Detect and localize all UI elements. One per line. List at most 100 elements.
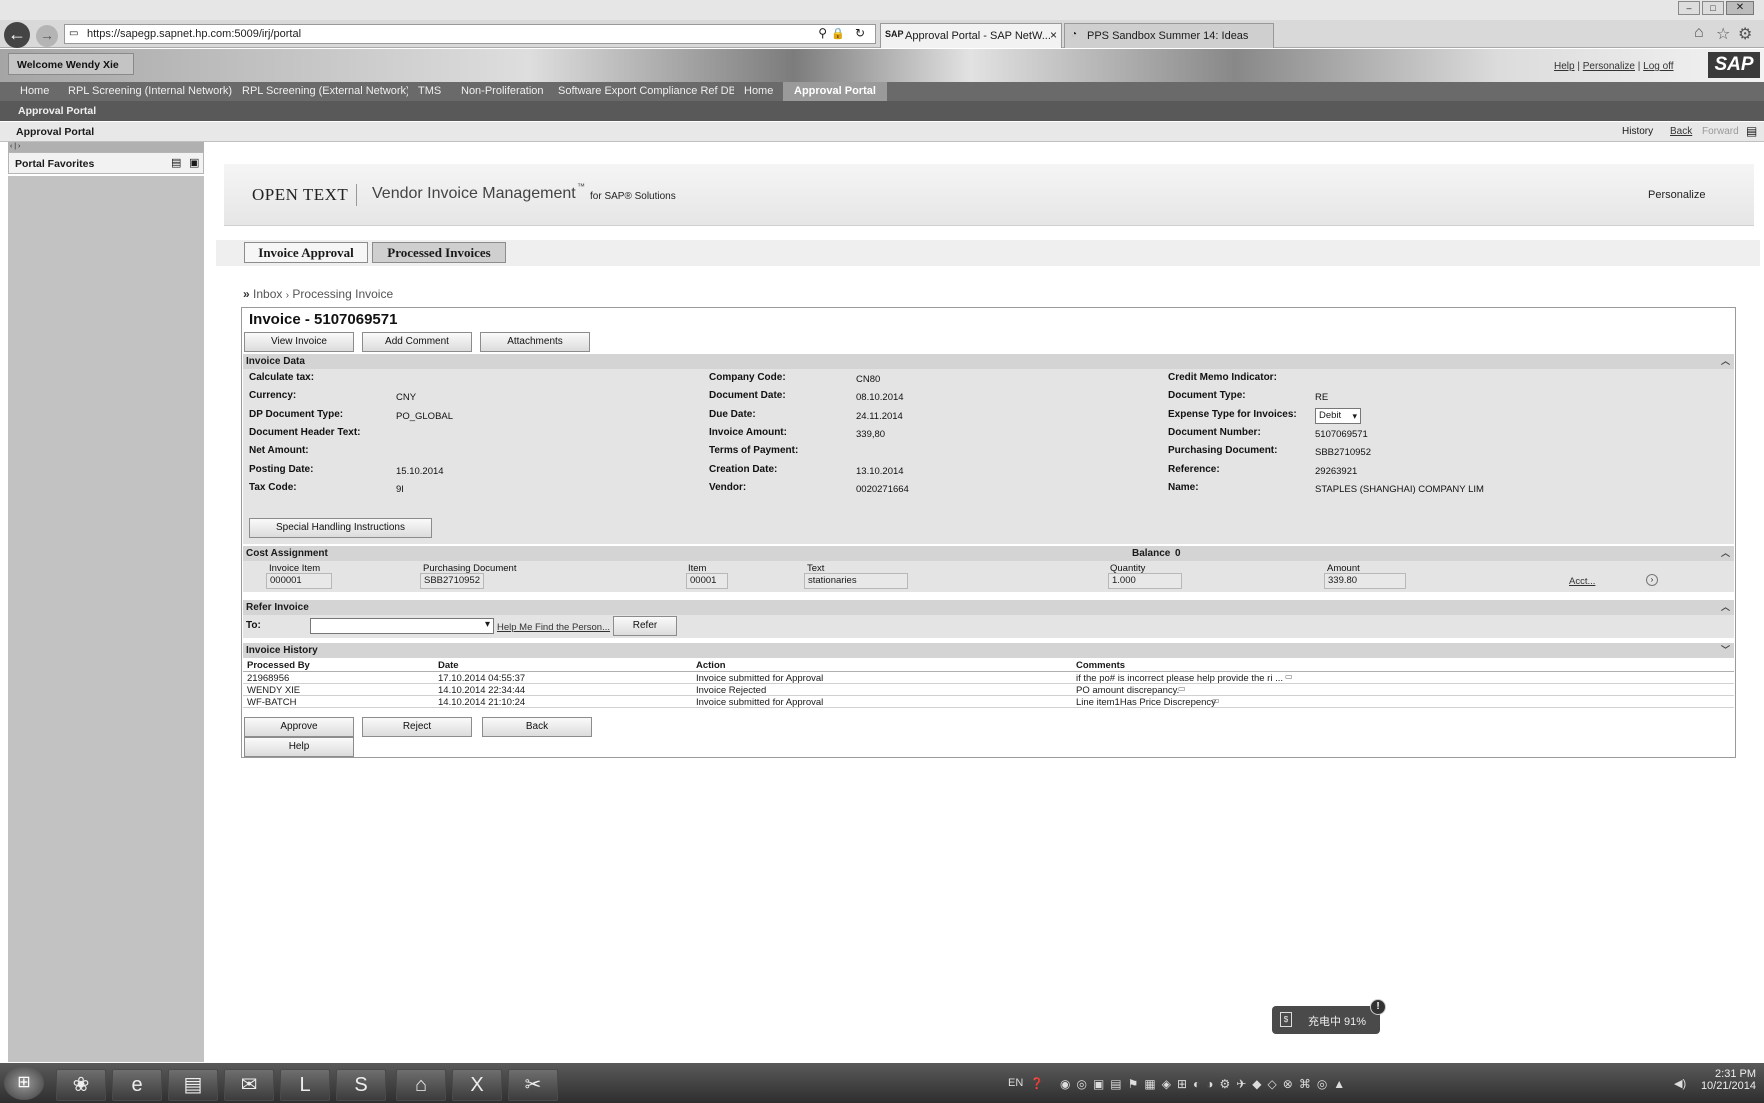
start-button[interactable]: ⊞ (4, 1066, 44, 1100)
refer-invoice-header[interactable]: Refer Invoice ︿ (243, 600, 1734, 615)
currency-label: Currency: (249, 390, 297, 401)
nav-tab-non-proliferation[interactable]: Non-Proliferation (451, 82, 555, 101)
amount-cell[interactable]: 339.80 (1324, 573, 1406, 589)
breadcrumb-current: Processing Invoice (292, 287, 394, 301)
panel-collapse-bar[interactable]: ‹ | › (8, 142, 204, 152)
clock-time: 2:31 PM (1715, 1068, 1756, 1080)
skype-icon[interactable]: S (336, 1069, 386, 1101)
help-find-person-link[interactable]: Help Me Find the Person... (497, 622, 610, 633)
back-arrow-icon[interactable]: ← (4, 22, 30, 48)
forward-arrow-icon[interactable]: → (36, 25, 58, 47)
snipping-tool-icon[interactable]: ✂ (508, 1069, 558, 1101)
collapse-icon[interactable]: ︿ (1721, 354, 1730, 369)
acct-link[interactable]: Acct... (1569, 576, 1595, 587)
expense-type-value: Debit (1319, 410, 1342, 421)
comment-icon[interactable]: ▭ (1212, 696, 1220, 705)
comment-icon[interactable]: ▭ (1178, 684, 1186, 693)
favorites-menu-icon[interactable]: ▤ (171, 156, 181, 169)
app-icon[interactable]: ❀ (56, 1069, 106, 1101)
search-icon[interactable]: ⚲ (818, 26, 827, 40)
lync-icon[interactable]: L (280, 1069, 330, 1101)
personalize-link[interactable]: Personalize (1583, 61, 1635, 72)
cost-assignment-title: Cost Assignment (246, 548, 328, 559)
ie-icon[interactable]: e (112, 1069, 162, 1101)
back-button[interactable]: Back (482, 717, 592, 737)
nav-tab-approval-portal[interactable]: Approval Portal (784, 82, 887, 101)
home-icon[interactable]: ⌂ (1694, 24, 1704, 42)
tray-icons[interactable]: ◉◎▣▤⚑▦◈⊞◐◑⚙✈◆◇⊗⌘◎▲ (1060, 1077, 1351, 1091)
sap-logo: SAP (1708, 52, 1760, 78)
history-menu[interactable]: History (1622, 126, 1653, 137)
battery-notification[interactable]: $ 充电中 91% ! (1272, 999, 1386, 1034)
help-button[interactable]: Help (244, 737, 354, 757)
collapse-icon[interactable]: ︿ (1721, 600, 1730, 615)
tab-processed-invoices[interactable]: Processed Invoices (372, 242, 506, 263)
browser-toolbar: ← → ▭ https://sapegp.sapnet.hp.com:5009/… (0, 20, 1764, 48)
expand-icon[interactable]: ﹀ (1721, 643, 1730, 658)
invoice-data-header[interactable]: Invoice Data ︿ (243, 354, 1734, 369)
explorer-icon[interactable]: ▤ (168, 1069, 218, 1101)
quantity-cell[interactable]: 1.000 (1108, 573, 1182, 589)
view-invoice-button[interactable]: View Invoice (244, 332, 354, 352)
maximize-button[interactable]: □ (1702, 1, 1724, 15)
attachments-button[interactable]: Attachments (480, 332, 590, 352)
currency-value: CNY (396, 392, 417, 403)
posting-date-label: Posting Date: (249, 464, 314, 475)
refer-to-select[interactable]: ▾ (310, 618, 494, 634)
net-amount-label: Net Amount: (249, 445, 309, 456)
expense-type-select[interactable]: Debit ▾ (1315, 408, 1361, 424)
network-app-icon[interactable]: ⌂ (396, 1069, 446, 1101)
volume-icon[interactable]: ◀) (1674, 1077, 1686, 1090)
battery-status-text: 充电中 91% (1308, 1016, 1367, 1028)
nav-tab-rpl-internal[interactable]: RPL Screening (Internal Network) (58, 82, 244, 101)
chevron-down-icon: ▾ (1352, 411, 1357, 421)
page-menu-icon[interactable]: ▤ (1746, 124, 1757, 138)
opentext-logo: OPEN TEXT (252, 185, 349, 204)
refer-button[interactable]: Refer (613, 616, 677, 636)
item-cell[interactable]: 00001 (686, 573, 728, 589)
cost-assignment-header[interactable]: Cost Assignment Balance 0 ︿ (243, 546, 1734, 561)
add-comment-button[interactable]: Add Comment (362, 332, 472, 352)
collapse-icon[interactable]: ︿ (1721, 546, 1730, 561)
invoice-amount-value: 339,80 (856, 429, 886, 440)
favorites-maximize-icon[interactable]: ▣ (189, 156, 199, 169)
comment-icon[interactable]: ▭ (1285, 672, 1293, 681)
invoice-history-header[interactable]: Invoice History ﹀ (243, 643, 1734, 658)
nav-tab-home-2[interactable]: Home (734, 82, 785, 101)
nav-tab-tms[interactable]: TMS (408, 82, 453, 101)
text-cell[interactable]: stationaries (804, 573, 908, 589)
help-link[interactable]: Help (1554, 61, 1575, 72)
minimize-button[interactable]: – (1678, 1, 1700, 15)
subnav-approval-portal[interactable]: Approval Portal (18, 105, 96, 117)
personalize-link[interactable]: Personalize (1648, 189, 1705, 201)
purchasing-document-cell[interactable]: SBB2710952 (420, 573, 484, 589)
reject-button[interactable]: Reject (362, 717, 472, 737)
close-window-button[interactable]: ✕ (1726, 1, 1754, 15)
logoff-link[interactable]: Log off (1643, 61, 1673, 72)
excel-icon[interactable]: X (452, 1069, 502, 1101)
star-icon[interactable]: ☆ (1716, 24, 1730, 44)
tax-code-label: Tax Code: (249, 482, 297, 493)
help-tray-icon[interactable]: ❓ (1030, 1077, 1044, 1090)
outlook-icon[interactable]: ✉ (224, 1069, 274, 1101)
history-back-link[interactable]: Back (1670, 126, 1692, 137)
refresh-icon[interactable]: ↻ (855, 26, 865, 40)
gear-icon[interactable]: ⚙ (1738, 24, 1752, 44)
nav-tab-software-export[interactable]: Software Export Compliance Ref DB (548, 82, 747, 101)
invoice-item-cell[interactable]: 000001 (266, 573, 332, 589)
tab-invoice-approval[interactable]: Invoice Approval (244, 242, 368, 263)
approve-button[interactable]: Approve (244, 717, 354, 737)
language-indicator[interactable]: EN (1008, 1077, 1023, 1089)
nav-tab-rpl-external[interactable]: RPL Screening (External Network) (232, 82, 421, 101)
tab-strip: Invoice Approval Processed Invoices (216, 240, 1760, 266)
nav-tab-home[interactable]: Home (10, 82, 61, 101)
row-detail-icon[interactable]: › (1646, 574, 1658, 586)
due-date-value: 24.11.2014 (856, 411, 903, 422)
browser-tab-active[interactable]: SAP Approval Portal - SAP NetW... × (880, 23, 1062, 48)
clock[interactable]: 2:31 PM 10/21/2014 (1690, 1068, 1756, 1092)
browser-tab[interactable]: ◔ PPS Sandbox Summer 14: Ideas (1064, 23, 1274, 48)
tab-close-icon[interactable]: × (1050, 28, 1057, 42)
breadcrumb-inbox[interactable]: Inbox (253, 287, 282, 301)
special-handling-button[interactable]: Special Handling Instructions (249, 518, 432, 538)
address-bar[interactable]: ▭ https://sapegp.sapnet.hp.com:5009/irj/… (64, 24, 876, 44)
